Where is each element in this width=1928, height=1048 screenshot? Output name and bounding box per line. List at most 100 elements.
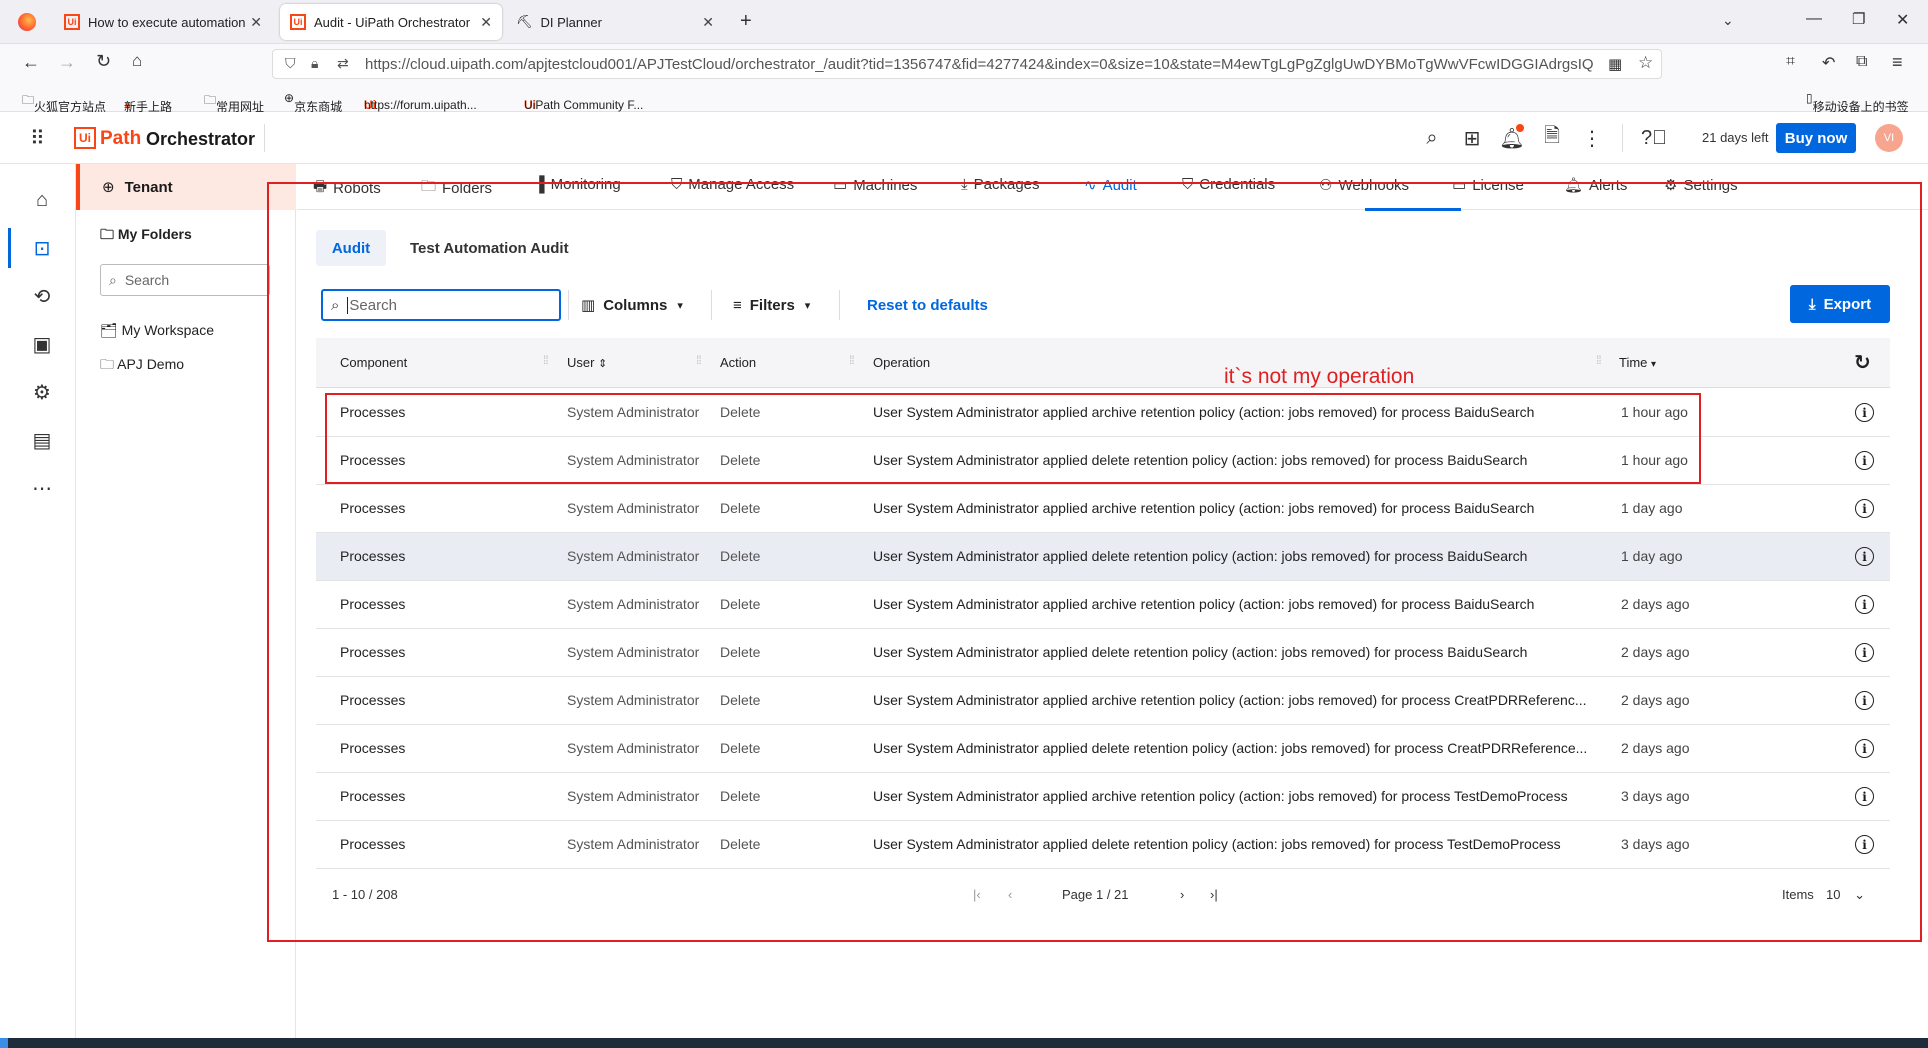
home-icon[interactable]: ⌂ (28, 186, 56, 214)
column-resize-handle[interactable]: ⁞⁞ (696, 353, 702, 367)
last-page-icon[interactable]: ›| (1210, 887, 1218, 902)
table-row[interactable]: Processes System Administrator Delete Us… (316, 437, 1890, 485)
info-icon[interactable]: i (1855, 835, 1874, 854)
apps-icon[interactable]: ▣ (28, 330, 56, 358)
close-icon[interactable]: ✕ (702, 14, 714, 31)
columns-button[interactable]: ▥ Columns ▾ (581, 292, 683, 318)
info-icon[interactable]: i (1855, 691, 1874, 710)
lock-icon[interactable]: 🔒︎ (311, 55, 318, 72)
info-icon[interactable]: i (1855, 451, 1874, 470)
integration-icon[interactable]: ⟲ (28, 282, 56, 310)
column-resize-handle[interactable]: ⁞⁞ (543, 353, 549, 367)
add-icon[interactable]: ⊞ (1458, 124, 1486, 152)
table-row[interactable]: Processes System Administrator Delete Us… (316, 725, 1890, 773)
url-field[interactable]: ⛉ 🔒︎ ⇄ https://cloud.uipath.com/apjtestc… (272, 49, 1662, 79)
automation-hub-icon[interactable]: ⚙ (28, 378, 56, 406)
folder-item-my-workspace[interactable]: 🗂 My Workspace (100, 322, 214, 339)
more-horizontal-icon[interactable]: ⋯ (28, 474, 56, 502)
new-tab-icon[interactable]: + (740, 10, 752, 33)
menu-icon[interactable]: ≡ (1892, 52, 1903, 73)
column-header-operation[interactable]: Operation (873, 355, 930, 370)
table-row[interactable]: Processes System Administrator Delete Us… (316, 485, 1890, 533)
info-icon[interactable]: i (1855, 547, 1874, 566)
app-launcher-icon[interactable]: ⠿ (30, 126, 45, 151)
audit-search-input[interactable]: ⌕ Search (321, 289, 561, 321)
column-header-user[interactable]: User ⇕ (567, 355, 607, 370)
reload-icon[interactable]: ↻ (96, 51, 111, 72)
mobile-bookmarks[interactable]: ▯ 移动设备上的书签 (1806, 91, 1909, 114)
tab-license[interactable]: ▭ License (1452, 176, 1524, 195)
tab-manage-access[interactable]: ⛉ Manage Access (671, 176, 794, 193)
minimize-icon[interactable]: — (1806, 10, 1822, 28)
tab-di-planner[interactable]: ⛏ DI Planner ✕ (506, 4, 724, 40)
tab-how-to-execute[interactable]: Ui How to execute automation ✕ (54, 4, 272, 40)
tab-audit[interactable]: Ui Audit - UiPath Orchestrator ✕ (280, 4, 502, 40)
permissions-icon[interactable]: ⇄ (337, 55, 349, 72)
help-icon[interactable]: ?⃝ (1640, 124, 1668, 152)
data-service-icon[interactable]: ▤ (28, 426, 56, 454)
undo-icon[interactable]: ↶ (1822, 53, 1835, 73)
tab-credentials[interactable]: ⛉ Credentials (1182, 176, 1275, 193)
bookmark-item[interactable]: 🗀 火狐官方站点 (22, 91, 106, 114)
info-icon[interactable]: i (1855, 787, 1874, 806)
close-icon[interactable]: ✕ (250, 14, 262, 31)
refresh-icon[interactable]: ↻ (1854, 350, 1871, 375)
table-row[interactable]: Processes System Administrator Delete Us… (316, 389, 1890, 437)
avatar[interactable]: VI (1875, 124, 1903, 152)
tab-settings[interactable]: ⚙ Settings (1664, 176, 1738, 195)
restore-icon[interactable]: ❐ (1852, 10, 1865, 28)
more-vertical-icon[interactable]: ⋮ (1578, 124, 1606, 152)
firefox-icon[interactable] (18, 13, 36, 31)
close-window-icon[interactable]: ✕ (1896, 10, 1909, 30)
folder-item-apj-demo[interactable]: 🗀 APJ Demo (100, 354, 184, 378)
tab-monitoring[interactable]: ▐ Monitoring (534, 176, 621, 193)
tab-robots[interactable]: 🖶 Robots (313, 176, 381, 201)
screenshot-icon[interactable]: ⌗ (1786, 53, 1795, 71)
folder-search-input[interactable]: ⌕ Search (100, 264, 270, 296)
filters-button[interactable]: ≡ Filters ▾ (733, 292, 810, 318)
tab-list-chevron-icon[interactable]: ⌄ (1722, 12, 1734, 29)
table-row[interactable]: Processes System Administrator Delete Us… (316, 677, 1890, 725)
tab-packages[interactable]: ⤓ Packages (961, 176, 1040, 193)
tenant-item[interactable]: ⊕ Tenant (76, 164, 296, 210)
subtab-audit[interactable]: Audit (316, 230, 386, 266)
extensions-icon[interactable]: ⧉ (1856, 53, 1867, 71)
subtab-test-automation-audit[interactable]: Test Automation Audit (410, 230, 569, 266)
table-row[interactable]: Processes System Administrator Delete Us… (316, 533, 1890, 581)
info-icon[interactable]: i (1855, 499, 1874, 518)
reset-to-defaults-link[interactable]: Reset to defaults (867, 292, 988, 318)
qr-code-icon[interactable]: ▦ (1608, 55, 1622, 73)
column-resize-handle[interactable]: ⁞⁞ (849, 353, 855, 367)
first-page-icon[interactable]: |‹ (973, 887, 981, 902)
forward-icon[interactable]: → (58, 52, 76, 73)
table-row[interactable]: Processes System Administrator Delete Us… (316, 629, 1890, 677)
bookmark-star-icon[interactable]: ☆ (1638, 53, 1653, 73)
document-icon[interactable]: 🗎 (1538, 124, 1566, 152)
tab-webhooks[interactable]: ⚇ Webhooks (1319, 176, 1409, 195)
tab-alerts[interactable]: 🔔︎ Alerts (1564, 176, 1627, 195)
items-per-page-select[interactable]: 10 ⌄ (1826, 887, 1865, 903)
buy-now-button[interactable]: Buy now (1776, 123, 1856, 153)
info-icon[interactable]: i (1855, 643, 1874, 662)
tab-audit[interactable]: ∿ Audit (1084, 176, 1137, 195)
column-header-component[interactable]: Component (340, 355, 407, 370)
my-folders-item[interactable]: 🗀 My Folders (100, 224, 192, 248)
shield-icon[interactable]: ⛉ (285, 55, 296, 72)
back-icon[interactable]: ← (22, 52, 40, 73)
info-icon[interactable]: i (1855, 595, 1874, 614)
export-button[interactable]: ⤓ Export (1790, 285, 1890, 323)
column-resize-handle[interactable]: ⁞⁞ (1596, 353, 1602, 367)
table-row[interactable]: Processes System Administrator Delete Us… (316, 773, 1890, 821)
column-header-time[interactable]: Time ▾ (1619, 355, 1656, 370)
table-row[interactable]: Processes System Administrator Delete Us… (316, 821, 1890, 869)
bookmark-item[interactable]: 🗀 常用网址 (204, 91, 264, 114)
bookmark-item[interactable]: ⊕ 京东商城 (284, 91, 342, 114)
table-row[interactable]: Processes System Administrator Delete Us… (316, 581, 1890, 629)
prev-page-icon[interactable]: ‹ (1008, 887, 1012, 902)
orchestrator-icon[interactable]: ⊡ (28, 234, 56, 262)
notifications-bell-icon[interactable]: 🔔︎ (1498, 124, 1526, 152)
info-icon[interactable]: i (1855, 739, 1874, 758)
close-icon[interactable]: ✕ (480, 14, 492, 31)
tab-machines[interactable]: ▭ Machines (833, 176, 917, 195)
search-icon[interactable]: ⌕ (1418, 124, 1446, 152)
